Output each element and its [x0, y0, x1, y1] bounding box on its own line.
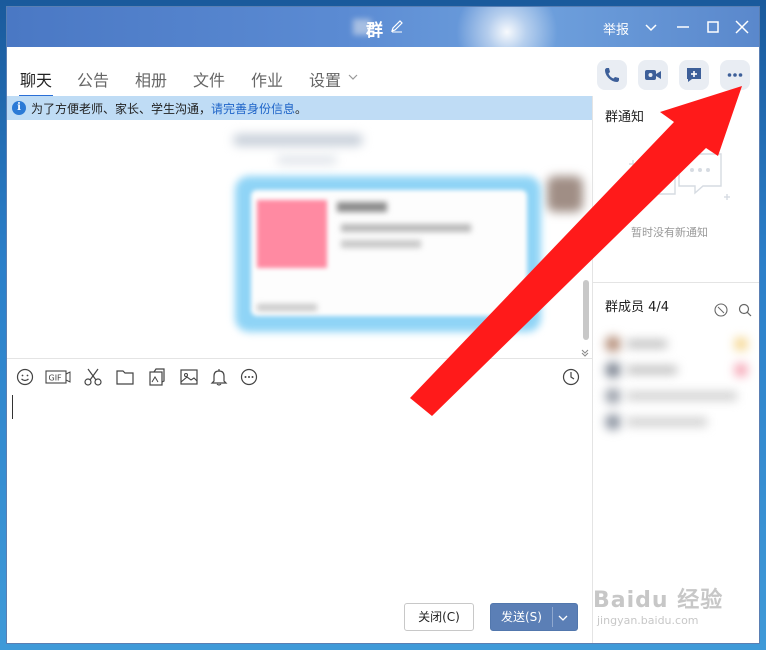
blurred-card-text	[341, 224, 471, 232]
report-button[interactable]: 举报	[603, 19, 629, 38]
tab-album[interactable]: 相册	[135, 67, 167, 91]
blurred-card-text	[341, 240, 421, 248]
send-button-label: 发送(S)	[501, 610, 542, 624]
tab-settings[interactable]: 设置	[309, 67, 341, 91]
tab-files[interactable]: 文件	[193, 67, 225, 91]
voice-call-button[interactable]	[597, 60, 627, 90]
chat-history[interactable]	[7, 120, 593, 360]
title-bar[interactable]: 群 举报	[7, 7, 759, 87]
input-divider	[7, 358, 593, 359]
svg-text:GIF: GIF	[49, 374, 63, 383]
send-button[interactable]: 发送(S)	[490, 603, 578, 631]
input-toolbar: GIF	[7, 364, 593, 390]
member-row[interactable]	[601, 360, 747, 380]
member-name	[627, 340, 667, 348]
scissors-icon[interactable]	[82, 366, 104, 388]
maximize-icon[interactable]	[703, 17, 723, 37]
settings-chevron-icon[interactable]	[347, 71, 359, 83]
member-name	[627, 392, 737, 400]
window-title: 群	[366, 21, 383, 41]
emoji-icon[interactable]	[14, 366, 36, 388]
empty-notice-text: 暂时没有新通知	[631, 226, 708, 239]
chat-window: 群 举报 聊天 公告 相册 文件 作业 设置 i 为了方便老师、家长、学生沟通，…	[6, 6, 760, 644]
minimize-icon[interactable]	[673, 17, 693, 37]
phone-icon	[605, 68, 619, 82]
card-image	[257, 200, 327, 268]
info-icon: i	[12, 101, 26, 115]
baidu-watermark: Baidu 经验 jingyan.baidu.com	[593, 582, 723, 627]
member-avatar	[605, 336, 621, 352]
member-row[interactable]	[601, 412, 747, 432]
chat-scrollbar[interactable]	[583, 280, 589, 340]
title-flare	[452, 7, 562, 87]
tab-chat[interactable]: 聊天	[20, 67, 52, 91]
send-options-chevron-icon[interactable]	[557, 612, 569, 624]
watermark-url: jingyan.baidu.com	[597, 614, 699, 627]
scroll-bottom-icon[interactable]	[580, 348, 590, 358]
member-badge	[735, 364, 747, 376]
gif-icon[interactable]: GIF	[45, 366, 71, 388]
more-icon	[727, 73, 743, 77]
bell-icon[interactable]	[208, 366, 230, 388]
group-members-title[interactable]: 群成员 4/4	[605, 296, 669, 315]
group-notice-title[interactable]: 群通知	[605, 106, 644, 125]
search-icon[interactable]	[737, 302, 753, 318]
tab-announcement[interactable]: 公告	[77, 67, 109, 91]
history-icon[interactable]	[560, 366, 582, 388]
member-avatar	[605, 388, 621, 404]
watermark-brand: Baidu 经验	[593, 588, 724, 613]
chevron-down-icon[interactable]	[641, 17, 661, 37]
blurred-card-title	[337, 202, 387, 212]
member-row[interactable]	[601, 386, 747, 406]
notice-text: 为了方便老师、家长、学生沟通，请完善身份信息。	[31, 100, 307, 117]
member-name	[627, 418, 707, 426]
add-chat-icon	[687, 68, 701, 82]
blurred-timestamp	[277, 156, 337, 164]
video-icon	[645, 70, 661, 80]
member-avatar	[605, 414, 621, 430]
tab-homework[interactable]: 作业	[251, 67, 283, 91]
member-row[interactable]	[601, 334, 747, 354]
blurred-sender-name	[233, 134, 363, 146]
close-icon[interactable]	[732, 17, 752, 37]
send-button-separator	[552, 607, 553, 627]
video-call-button[interactable]	[638, 60, 668, 90]
avatar	[547, 176, 583, 212]
more-options-button[interactable]	[720, 60, 750, 90]
identity-notice-bar: i 为了方便老师、家长、学生沟通，请完善身份信息。	[7, 96, 593, 120]
add-chat-button[interactable]	[679, 60, 709, 90]
member-settings-icon[interactable]	[713, 302, 729, 318]
right-panel-divider	[593, 282, 759, 283]
more-tools-icon[interactable]	[238, 366, 260, 388]
folder-icon[interactable]	[114, 366, 136, 388]
message-input[interactable]	[7, 391, 592, 591]
notice-end: 。	[295, 102, 308, 116]
complete-identity-link[interactable]: 请完善身份信息	[211, 102, 295, 116]
empty-notice-illustration	[629, 153, 730, 202]
group-side-panel: 群通知 暂时没有新通知 群成员 4/4	[593, 96, 759, 643]
notice-message: 为了方便老师、家长、学生沟通，	[31, 102, 212, 116]
image-icon[interactable]	[178, 366, 200, 388]
member-avatar	[605, 362, 621, 378]
sticker-icon[interactable]	[146, 366, 168, 388]
edit-icon[interactable]	[390, 19, 404, 33]
close-button[interactable]: 关闭(C)	[404, 603, 474, 631]
member-badge	[735, 338, 747, 350]
blurred-card-source	[257, 304, 317, 311]
member-name	[627, 366, 677, 374]
